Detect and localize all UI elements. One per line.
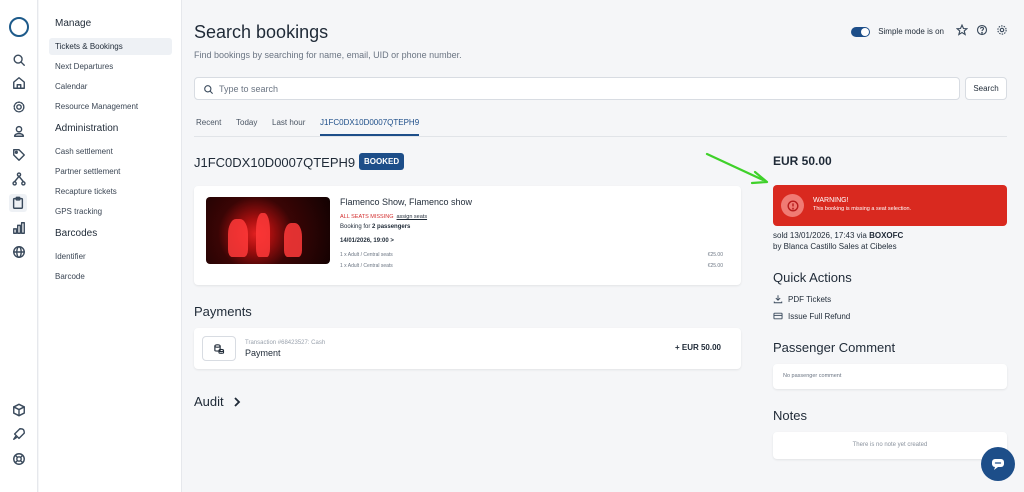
sidebar-item-gps-tracking[interactable]: GPS tracking <box>49 203 172 220</box>
chevron-right-icon[interactable] <box>233 397 241 407</box>
booking-id: J1FC0DX10D0007QTEPH9 <box>194 155 356 170</box>
tab-today[interactable]: Today <box>236 118 257 127</box>
alert-circle-icon <box>781 194 804 217</box>
chat-button[interactable] <box>981 447 1015 481</box>
settings-icon[interactable] <box>996 24 1008 39</box>
warning-banner: WARNING! This booking is missing a seat … <box>773 185 1007 226</box>
arrow-annotation-icon <box>705 152 769 185</box>
sidebar-item-partner-settlement[interactable]: Partner settlement <box>49 163 172 180</box>
sidebar: Manage Tickets & Bookings Next Departure… <box>39 0 182 492</box>
sidebar-item-calendar[interactable]: Calendar <box>49 78 172 95</box>
warning-title: WARNING! <box>813 197 849 204</box>
user-badge-icon[interactable] <box>11 123 26 138</box>
assign-seats-link[interactable]: assign seats <box>397 214 428 220</box>
tag-icon[interactable] <box>11 147 26 162</box>
notes-title: Notes <box>773 408 807 423</box>
booking-date[interactable]: 14/01/2026, 19:00 > <box>340 238 394 244</box>
home-icon[interactable] <box>11 75 26 90</box>
quick-actions-title: Quick Actions <box>773 270 852 285</box>
tab-last-hour[interactable]: Last hour <box>272 118 305 127</box>
ticket-line: 1 x Adult / Central seats €25.00 <box>340 252 723 258</box>
download-icon <box>773 295 783 304</box>
ticket-line-desc: 1 x Adult / Central seats <box>340 263 393 269</box>
seats-missing-notice: ALL SEATS MISSING assign seats <box>340 214 427 220</box>
warning-description: This booking is missing a seat selection… <box>813 206 912 212</box>
payment-card[interactable]: Transaction #68423527: Cash Payment + EU… <box>194 328 741 369</box>
booking-card[interactable]: Flamenco Show, Flamenco show ALL SEATS M… <box>194 186 741 285</box>
payments-title: Payments <box>194 304 252 319</box>
ticket-line-desc: 1 x Adult / Central seats <box>340 252 393 258</box>
tab-booking-id[interactable]: J1FC0DX10D0007QTEPH9 <box>320 118 420 136</box>
main-content: Search bookings Find bookings by searchi… <box>183 0 1024 492</box>
app-logo[interactable] <box>9 17 29 37</box>
cube-icon[interactable] <box>11 402 26 417</box>
sidebar-item-cash-settlement[interactable]: Cash settlement <box>49 143 172 160</box>
sold-channel: BOXOFC <box>869 231 904 240</box>
ticket-line-price: €25.00 <box>707 263 723 269</box>
sidebar-item-resource-management[interactable]: Resource Management <box>49 98 172 115</box>
lifebuoy-icon[interactable] <box>11 451 26 466</box>
payment-amount: + EUR 50.00 <box>674 343 721 352</box>
sidebar-item-next-departures[interactable]: Next Departures <box>49 58 172 75</box>
network-icon[interactable] <box>11 171 26 186</box>
notes-text: There is no note yet created <box>852 442 928 448</box>
transaction-text: Transaction #68423527: Cash <box>245 340 326 346</box>
issue-refund-button[interactable]: Issue Full Refund <box>773 311 850 321</box>
show-title: Flamenco Show, Flamenco show <box>340 197 473 207</box>
globe-icon[interactable] <box>11 244 26 259</box>
status-badge: BOOKED <box>359 153 405 170</box>
event-thumbnail <box>206 197 330 264</box>
chat-icon <box>992 459 1004 470</box>
ticket-line-price: €25.00 <box>707 252 723 258</box>
ticket-line: 1 x Adult / Central seats €25.00 <box>340 263 723 269</box>
search-button[interactable]: Search <box>965 77 1007 100</box>
search-icon[interactable] <box>11 52 26 67</box>
passenger-comment-text: No passenger comment <box>783 373 842 379</box>
sold-prefix: sold 13/01/2026, 17:43 via <box>773 231 867 240</box>
help-icon[interactable] <box>976 24 988 39</box>
booking-for-prefix: Booking for <box>340 224 371 230</box>
pdf-tickets-label: PDF Tickets <box>788 294 832 304</box>
sidebar-section-administration: Administration <box>55 123 119 134</box>
rocket-icon[interactable] <box>11 426 26 441</box>
sidebar-item-tickets-bookings[interactable]: Tickets & Bookings <box>49 38 172 55</box>
simple-mode-label: Simple mode is on <box>878 27 944 36</box>
seats-missing-text: ALL SEATS MISSING <box>340 214 394 220</box>
sidebar-item-recapture-tickets[interactable]: Recapture tickets <box>49 183 172 200</box>
search-input[interactable] <box>219 80 919 98</box>
bar-chart-icon[interactable] <box>11 220 26 235</box>
header-actions: Simple mode is on <box>851 23 1008 39</box>
sidebar-section-barcodes: Barcodes <box>55 228 98 239</box>
pdf-tickets-button[interactable]: PDF Tickets <box>773 294 831 304</box>
notes-box[interactable]: There is no note yet created <box>773 432 1007 459</box>
tabs: Recent Today Last hour J1FC0DX10D0007QTE… <box>194 109 1007 137</box>
sidebar-item-identifier[interactable]: Identifier <box>49 248 172 265</box>
search-icon <box>204 85 214 95</box>
passenger-comment-title: Passenger Comment <box>773 340 896 355</box>
gear-icon[interactable] <box>11 99 26 114</box>
sidebar-item-barcode[interactable]: Barcode <box>49 268 172 285</box>
clipboard-icon[interactable] <box>9 194 27 212</box>
credit-card-icon <box>773 312 783 320</box>
tab-recent[interactable]: Recent <box>196 118 221 127</box>
payment-label: Payment <box>245 348 281 358</box>
booking-for-count: 2 passengers <box>372 224 411 230</box>
audit-title[interactable]: Audit <box>194 394 224 409</box>
star-icon[interactable] <box>955 23 969 39</box>
page-title: Search bookings <box>194 22 329 42</box>
simple-mode-toggle[interactable] <box>851 26 871 37</box>
sold-info: sold 13/01/2026, 17:43 via BOXOFC <box>773 231 903 240</box>
search-box <box>194 77 960 100</box>
sidebar-section-manage: Manage <box>55 18 92 29</box>
issue-refund-label: Issue Full Refund <box>788 311 851 321</box>
booking-for: Booking for 2 passengers <box>340 224 410 230</box>
total-amount: EUR 50.00 <box>773 154 832 168</box>
icon-rail <box>0 0 38 492</box>
sold-by: by Blanca Castillo Sales at Cibeles <box>773 242 897 251</box>
page-subtitle: Find bookings by searching for name, ema… <box>194 50 462 60</box>
passenger-comment-box[interactable]: No passenger comment <box>773 364 1007 389</box>
coins-icon <box>202 336 236 361</box>
